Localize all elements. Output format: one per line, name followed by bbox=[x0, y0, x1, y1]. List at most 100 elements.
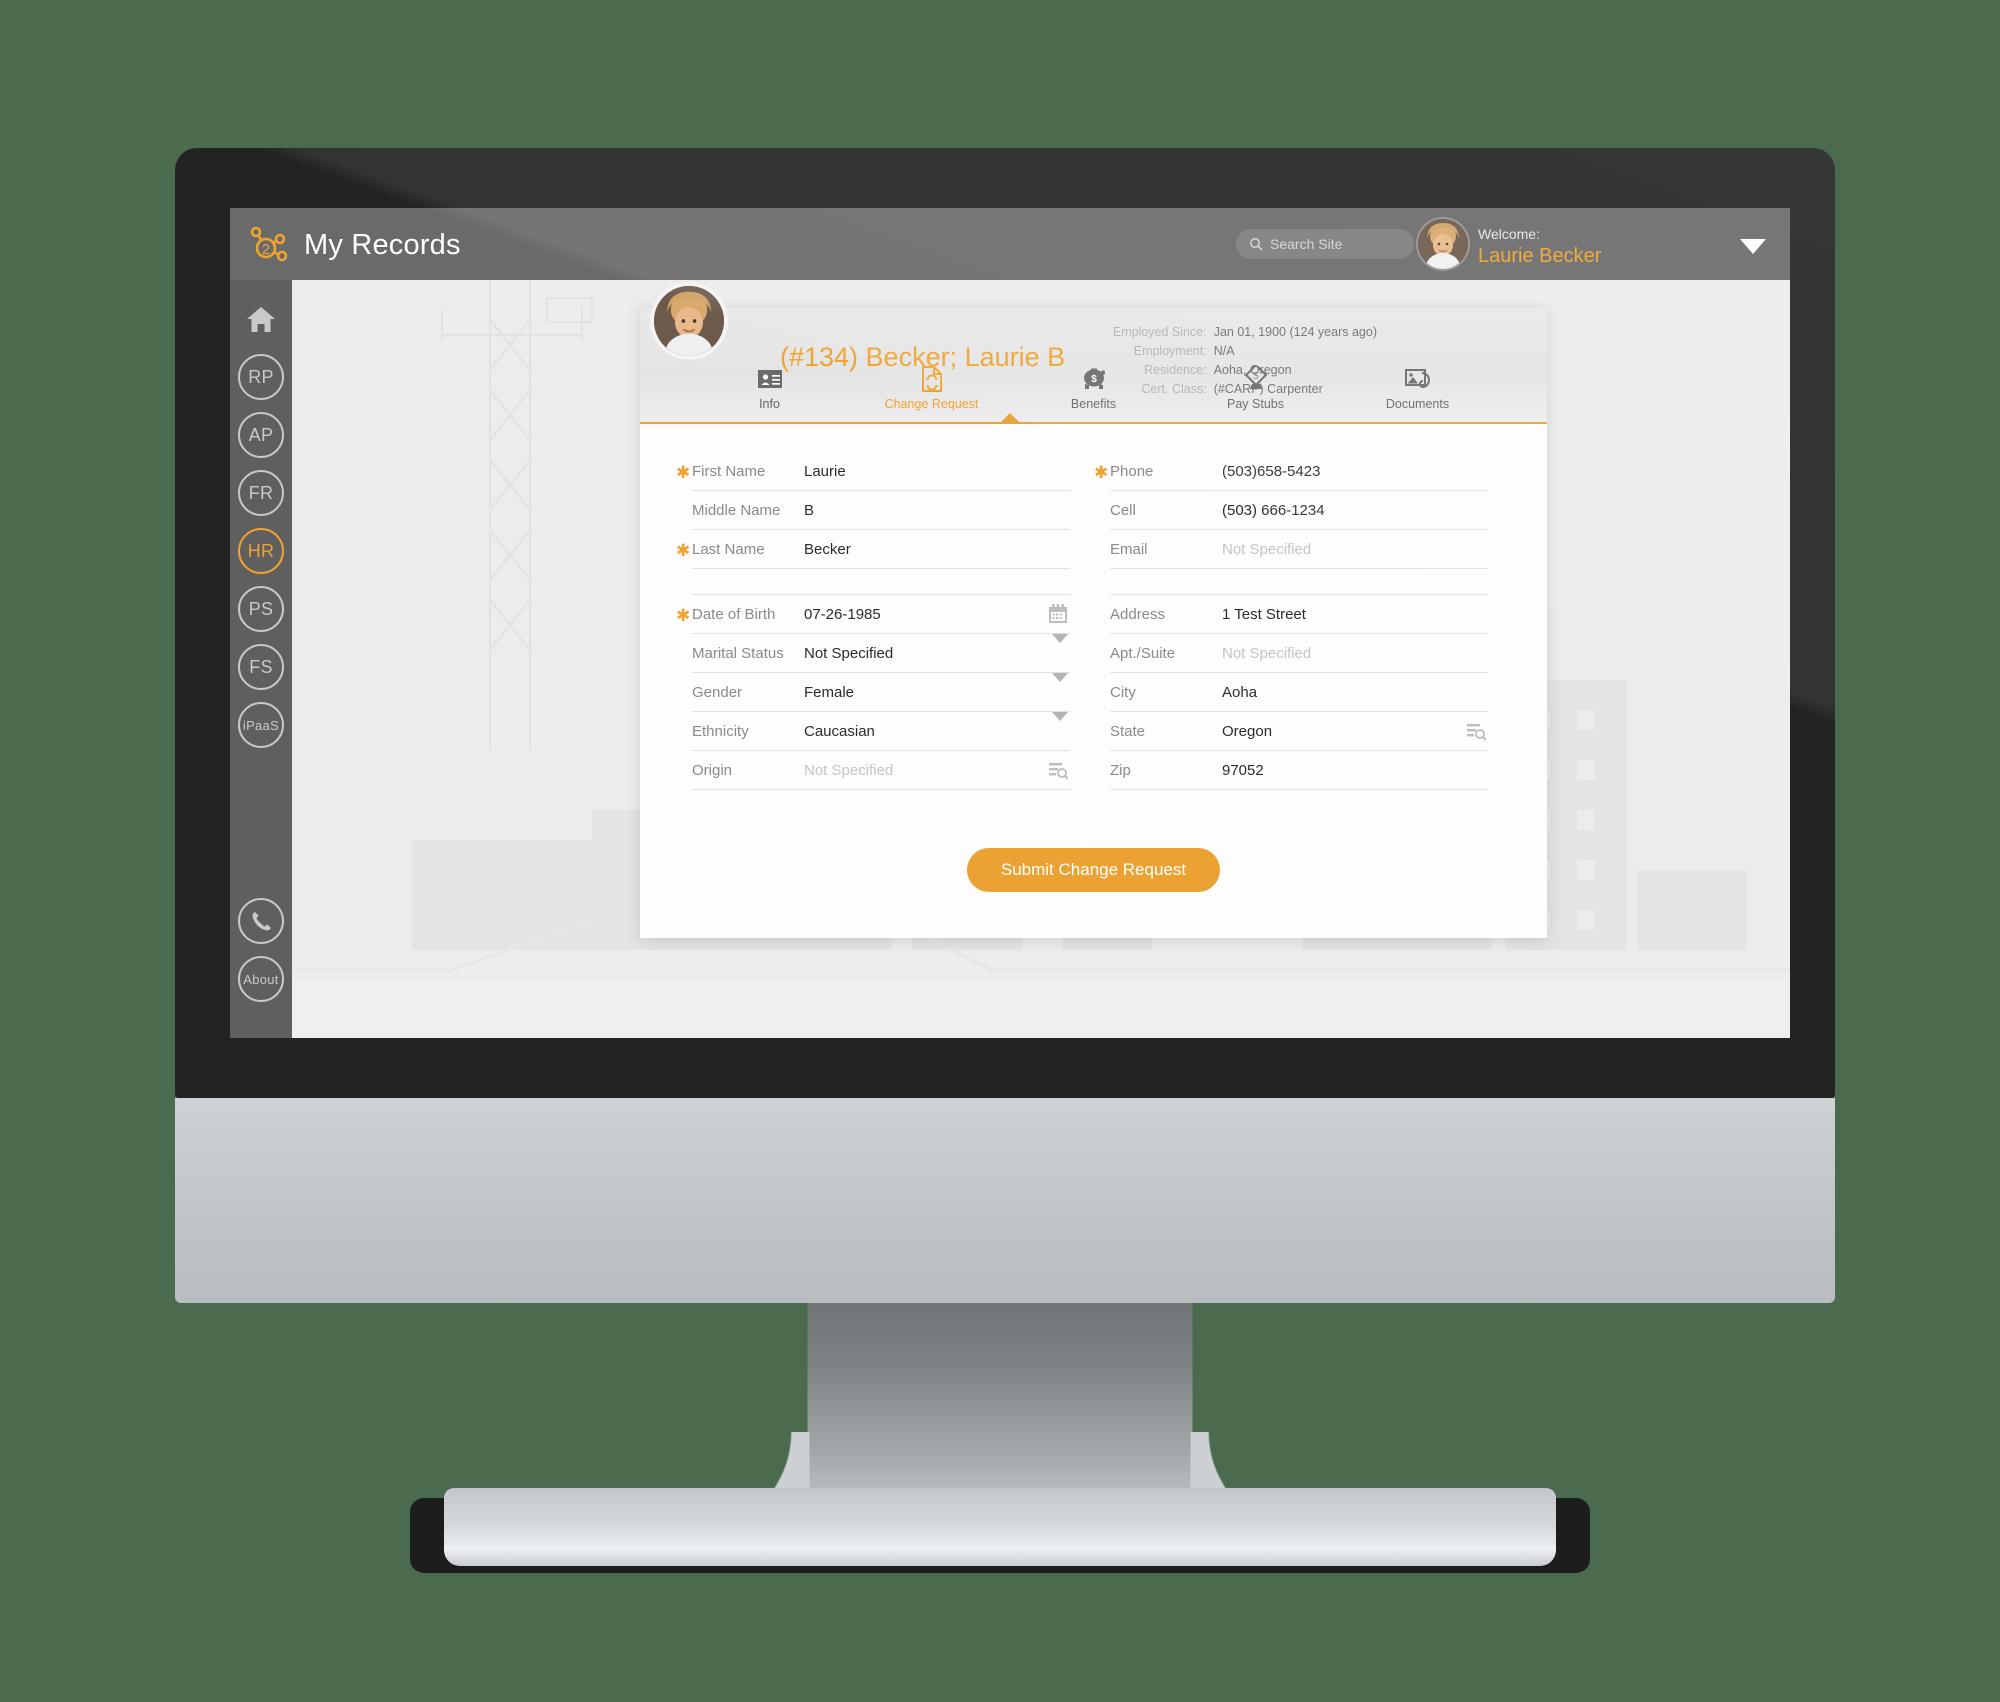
sidebar-item-label: About bbox=[243, 971, 279, 987]
sidebar-item-fs[interactable]: FS bbox=[238, 644, 284, 690]
content-area: (#134) Becker; Laurie B Employed Since: … bbox=[292, 280, 1790, 1038]
field-cell[interactable]: Cell (503) 666-1234 bbox=[1110, 491, 1488, 530]
sidebar-item-label: PS bbox=[248, 598, 274, 619]
field-middle-name[interactable]: Middle Name B bbox=[692, 491, 1070, 530]
id-card-icon bbox=[718, 366, 822, 392]
svg-text:2: 2 bbox=[262, 241, 270, 258]
monitor-bezel: 2 My Records Search Site Welcome: Laurie… bbox=[175, 148, 1835, 1098]
field-marital-status[interactable]: Marital Status Not Specified bbox=[692, 634, 1070, 673]
monitor-base bbox=[444, 1488, 1556, 1566]
sidebar-item-ps[interactable]: PS bbox=[238, 586, 284, 632]
field-phone[interactable]: ✱ Phone (503)658-5423 bbox=[1094, 452, 1488, 491]
top-bar: 2 My Records Search Site Welcome: Laurie… bbox=[230, 208, 1790, 280]
sidebar-item-label: FR bbox=[248, 482, 274, 503]
field-value[interactable]: Becker bbox=[804, 541, 851, 558]
sidebar-item-ap[interactable]: AP bbox=[238, 412, 284, 458]
field-apt-suite[interactable]: Apt./Suite Not Specified bbox=[1110, 634, 1488, 673]
sidebar-item-about[interactable]: About bbox=[238, 956, 284, 1002]
money-stamp-icon: S bbox=[1204, 366, 1308, 392]
chevron-down-icon[interactable] bbox=[1052, 673, 1068, 700]
required-asterisk-icon: ✱ bbox=[1094, 463, 1109, 482]
field-label: Marital Status bbox=[692, 644, 784, 662]
field-value[interactable]: Laurie bbox=[804, 463, 846, 480]
field-label: Origin bbox=[692, 761, 733, 779]
field-group-divider bbox=[1110, 569, 1488, 595]
field-first-name[interactable]: ✱ First Name Laurie bbox=[676, 452, 1070, 491]
field-value[interactable]: Oregon bbox=[1222, 723, 1272, 740]
tab-pay-stubs[interactable]: S Pay Stubs bbox=[1204, 366, 1308, 411]
home-icon bbox=[247, 306, 275, 332]
submit-change-request-button[interactable]: Submit Change Request bbox=[966, 848, 1221, 892]
tab-change-request[interactable]: Change Request bbox=[880, 366, 984, 411]
field-group-divider bbox=[692, 569, 1070, 595]
field-placeholder[interactable]: Not Specified bbox=[1222, 541, 1311, 558]
screen: 2 My Records Search Site Welcome: Laurie… bbox=[230, 208, 1790, 1038]
chevron-down-icon[interactable] bbox=[1740, 239, 1766, 254]
tab-label: Benefits bbox=[1070, 397, 1117, 411]
field-value[interactable]: Not Specified bbox=[804, 645, 893, 662]
field-email[interactable]: Email Not Specified bbox=[1110, 530, 1488, 569]
field-value[interactable]: Caucasian bbox=[804, 723, 875, 740]
field-value[interactable]: 97052 bbox=[1222, 762, 1264, 779]
search-input[interactable]: Search Site bbox=[1236, 229, 1414, 259]
sidebar-item-hr[interactable]: HR bbox=[238, 528, 284, 574]
field-label: Gender bbox=[692, 683, 743, 701]
field-label: Zip bbox=[1110, 761, 1131, 779]
sidebar-item-home[interactable] bbox=[238, 296, 284, 342]
field-value[interactable]: 1 Test Street bbox=[1222, 606, 1306, 623]
svg-text:$: $ bbox=[1091, 374, 1097, 385]
field-label: First Name bbox=[692, 462, 766, 480]
tab-info[interactable]: Info bbox=[718, 366, 822, 411]
field-zip[interactable]: Zip 97052 bbox=[1110, 751, 1488, 790]
field-label: Phone bbox=[1110, 462, 1154, 480]
chevron-down-icon[interactable] bbox=[1052, 634, 1068, 661]
field-value[interactable]: (503)658-5423 bbox=[1222, 463, 1320, 480]
chevron-down-icon[interactable] bbox=[1052, 712, 1068, 739]
meta-key: Employment: bbox=[1133, 344, 1207, 358]
tab-documents[interactable]: Documents bbox=[1366, 366, 1470, 411]
employee-avatar[interactable] bbox=[654, 286, 724, 356]
document-sync-icon bbox=[880, 366, 984, 392]
sidebar-item-rp[interactable]: RP bbox=[238, 354, 284, 400]
field-origin[interactable]: Origin Not Specified bbox=[692, 751, 1070, 790]
sidebar-bottom: About bbox=[230, 886, 292, 1002]
change-request-form: ✱ First Name Laurie Middle Name B ✱ Last… bbox=[640, 424, 1547, 938]
tab-label: Info bbox=[759, 397, 780, 411]
search-placeholder: Search Site bbox=[1270, 236, 1343, 252]
calendar-icon[interactable] bbox=[1048, 604, 1068, 629]
field-city[interactable]: City Aoha bbox=[1110, 673, 1488, 712]
field-value[interactable]: Female bbox=[804, 684, 854, 701]
required-asterisk-icon: ✱ bbox=[676, 606, 691, 625]
page-title: My Records bbox=[304, 229, 461, 261]
field-placeholder[interactable]: Not Specified bbox=[1222, 645, 1311, 662]
field-placeholder[interactable]: Not Specified bbox=[804, 762, 893, 779]
form-column-left: ✱ First Name Laurie Middle Name B ✱ Last… bbox=[676, 452, 1070, 790]
field-value[interactable]: Aoha bbox=[1222, 684, 1257, 701]
field-value[interactable]: B bbox=[804, 502, 814, 519]
field-gender[interactable]: Gender Female bbox=[692, 673, 1070, 712]
field-ethnicity[interactable]: Ethnicity Caucasian bbox=[692, 712, 1070, 751]
field-state[interactable]: State Oregon bbox=[1110, 712, 1488, 751]
tab-benefits[interactable]: $ Benefits bbox=[1042, 366, 1146, 411]
record-tabs: Info Change Request $ Benefits S Pay Stu… bbox=[640, 366, 1547, 424]
field-value[interactable]: (503) 666-1234 bbox=[1222, 502, 1325, 519]
two-node-network-logo[interactable]: 2 bbox=[245, 224, 291, 266]
sidebar-item-ipaas[interactable]: iPaaS bbox=[238, 702, 284, 748]
field-last-name[interactable]: ✱ Last Name Becker bbox=[676, 530, 1070, 569]
field-label: Last Name bbox=[692, 540, 765, 558]
svg-text:S: S bbox=[1253, 371, 1259, 382]
field-label: Cell bbox=[1110, 501, 1136, 519]
avatar[interactable] bbox=[1418, 219, 1468, 269]
field-date-of-birth[interactable]: ✱ Date of Birth 07-26-1985 bbox=[676, 595, 1070, 634]
phone-icon bbox=[252, 912, 271, 931]
lookup-icon[interactable] bbox=[1048, 760, 1069, 785]
field-address[interactable]: Address 1 Test Street bbox=[1110, 595, 1488, 634]
search-icon bbox=[1250, 238, 1263, 251]
lookup-icon[interactable] bbox=[1466, 721, 1487, 746]
welcome-block[interactable]: Welcome: Laurie Becker bbox=[1478, 225, 1728, 269]
field-value[interactable]: 07-26-1985 bbox=[804, 606, 881, 623]
meta-key: Employed Since: bbox=[1112, 325, 1207, 339]
sidebar-item-fr[interactable]: FR bbox=[238, 470, 284, 516]
sidebar-item-phone[interactable] bbox=[238, 898, 284, 944]
document-attach-icon bbox=[1366, 366, 1470, 392]
